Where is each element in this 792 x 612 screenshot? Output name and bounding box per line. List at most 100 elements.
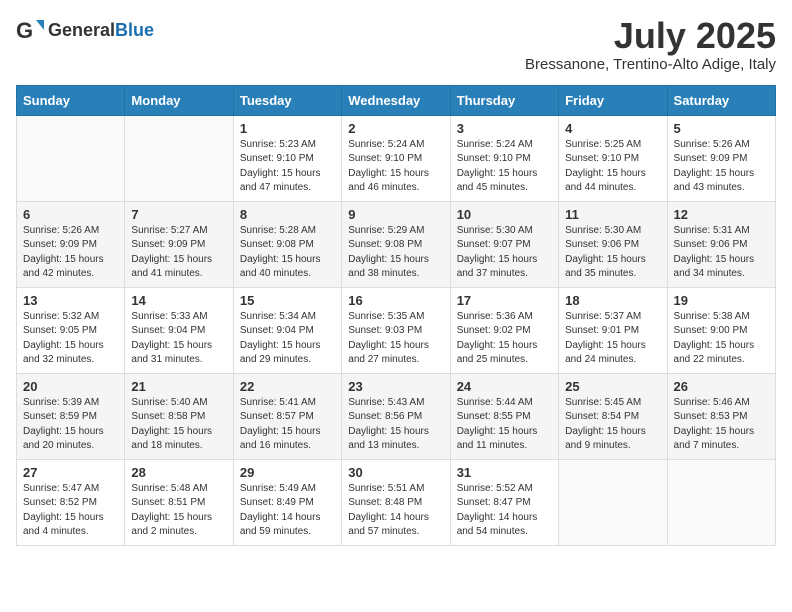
calendar-cell: 5 Sunrise: 5:26 AMSunset: 9:09 PMDaylight…: [667, 115, 775, 201]
calendar-cell: 11Sunrise: 5:30 AMSunset: 9:06 PMDayligh…: [559, 201, 667, 287]
calendar-cell: [125, 115, 233, 201]
day-info: Sunrise: 5:47 AMSunset: 8:52 PMDaylight:…: [23, 482, 118, 540]
day-number: 5: [674, 121, 769, 136]
day-info: Sunrise: 5:43 AMSunset: 8:56 PMDaylight:…: [348, 396, 443, 454]
day-number: 4: [565, 121, 660, 136]
day-number: 19: [674, 293, 769, 308]
calendar-cell: 2Sunrise: 5:24 AMSunset: 9:10 PMDaylight…: [342, 115, 450, 201]
day-info: Sunrise: 5:31 AMSunset: 9:06 PMDaylight:…: [674, 224, 769, 282]
day-number: 20: [23, 379, 118, 394]
day-header-saturday: Saturday: [667, 85, 775, 115]
day-number: 1: [240, 121, 335, 136]
day-number: 22: [240, 379, 335, 394]
day-info: Sunrise: 5:27 AMSunset: 9:09 PMDaylight:…: [131, 224, 226, 282]
calendar-cell: 10Sunrise: 5:30 AMSunset: 9:07 PMDayligh…: [450, 201, 558, 287]
day-header-wednesday: Wednesday: [342, 85, 450, 115]
day-info: Sunrise: 5:30 AMSunset: 9:06 PMDaylight:…: [565, 224, 660, 282]
day-info: Sunrise: 5:28 AMSunset: 9:08 PMDaylight:…: [240, 224, 335, 282]
calendar-cell: 16 Sunrise: 5:35 AMSunset: 9:03 PMDayligh…: [342, 287, 450, 373]
title-block: July 2025 Bressanone, Trentino-Alto Adig…: [525, 16, 776, 73]
calendar-table: SundayMondayTuesdayWednesdayThursdayFrid…: [16, 85, 776, 546]
calendar-cell: 20 Sunrise: 5:39 AMSunset: 8:59 PMDayligh…: [17, 373, 125, 459]
day-info: Sunrise: 5:35 AMSunset: 9:03 PMDaylight:…: [348, 310, 443, 368]
week-row-2: 6Sunrise: 5:26 AMSunset: 9:09 PMDaylight…: [17, 201, 776, 287]
day-info: Sunrise: 5:29 AMSunset: 9:08 PMDaylight:…: [348, 224, 443, 282]
logo: G GeneralBlue: [16, 16, 154, 44]
day-number: 17: [457, 293, 552, 308]
calendar-cell: 18 Sunrise: 5:37 AMSunset: 9:01 PMDayligh…: [559, 287, 667, 373]
day-number: 9: [348, 207, 443, 222]
day-number: 26: [674, 379, 769, 394]
calendar-cell: 24 Sunrise: 5:44 AMSunset: 8:55 PMDayligh…: [450, 373, 558, 459]
day-number: 30: [348, 465, 443, 480]
calendar-cell: 4 Sunrise: 5:25 AMSunset: 9:10 PMDaylight…: [559, 115, 667, 201]
calendar-cell: 13Sunrise: 5:32 AMSunset: 9:05 PMDayligh…: [17, 287, 125, 373]
day-header-thursday: Thursday: [450, 85, 558, 115]
week-row-5: 27 Sunrise: 5:47 AMSunset: 8:52 PMDayligh…: [17, 459, 776, 545]
logo-icon: G: [16, 16, 44, 44]
calendar-cell: 27 Sunrise: 5:47 AMSunset: 8:52 PMDayligh…: [17, 459, 125, 545]
calendar-cell: 19 Sunrise: 5:38 AMSunset: 9:00 PMDayligh…: [667, 287, 775, 373]
calendar-cell: 12 Sunrise: 5:31 AMSunset: 9:06 PMDayligh…: [667, 201, 775, 287]
day-number: 27: [23, 465, 118, 480]
calendar-cell: 28 Sunrise: 5:48 AMSunset: 8:51 PMDayligh…: [125, 459, 233, 545]
calendar-cell: 3 Sunrise: 5:24 AMSunset: 9:10 PMDaylight…: [450, 115, 558, 201]
week-row-3: 13Sunrise: 5:32 AMSunset: 9:05 PMDayligh…: [17, 287, 776, 373]
logo-text-general: General: [48, 20, 115, 40]
day-number: 18: [565, 293, 660, 308]
day-header-friday: Friday: [559, 85, 667, 115]
calendar-cell: 1Sunrise: 5:23 AMSunset: 9:10 PMDaylight…: [233, 115, 341, 201]
day-info: Sunrise: 5:49 AMSunset: 8:49 PMDaylight:…: [240, 482, 335, 540]
day-info: Sunrise: 5:52 AMSunset: 8:47 PMDaylight:…: [457, 482, 552, 540]
calendar-cell: 9 Sunrise: 5:29 AMSunset: 9:08 PMDaylight…: [342, 201, 450, 287]
day-info: Sunrise: 5:36 AMSunset: 9:02 PMDaylight:…: [457, 310, 552, 368]
svg-text:G: G: [16, 18, 33, 43]
day-number: 31: [457, 465, 552, 480]
day-info: Sunrise: 5:24 AMSunset: 9:10 PMDaylight:…: [348, 138, 443, 196]
day-info: Sunrise: 5:46 AMSunset: 8:53 PMDaylight:…: [674, 396, 769, 454]
day-info: Sunrise: 5:41 AMSunset: 8:57 PMDaylight:…: [240, 396, 335, 454]
day-number: 29: [240, 465, 335, 480]
day-header-sunday: Sunday: [17, 85, 125, 115]
page-header: G GeneralBlue July 2025 Bressanone, Tren…: [16, 16, 776, 73]
calendar-cell: 15 Sunrise: 5:34 AMSunset: 9:04 PMDayligh…: [233, 287, 341, 373]
day-info: Sunrise: 5:37 AMSunset: 9:01 PMDaylight:…: [565, 310, 660, 368]
day-number: 3: [457, 121, 552, 136]
day-info: Sunrise: 5:34 AMSunset: 9:04 PMDaylight:…: [240, 310, 335, 368]
day-number: 23: [348, 379, 443, 394]
day-info: Sunrise: 5:38 AMSunset: 9:00 PMDaylight:…: [674, 310, 769, 368]
calendar-cell: 29 Sunrise: 5:49 AMSunset: 8:49 PMDayligh…: [233, 459, 341, 545]
day-info: Sunrise: 5:51 AMSunset: 8:48 PMDaylight:…: [348, 482, 443, 540]
day-number: 7: [131, 207, 226, 222]
day-info: Sunrise: 5:39 AMSunset: 8:59 PMDaylight:…: [23, 396, 118, 454]
calendar-cell: [17, 115, 125, 201]
calendar-cell: 6Sunrise: 5:26 AMSunset: 9:09 PMDaylight…: [17, 201, 125, 287]
day-number: 12: [674, 207, 769, 222]
day-headers-row: SundayMondayTuesdayWednesdayThursdayFrid…: [17, 85, 776, 115]
day-number: 28: [131, 465, 226, 480]
week-row-4: 20 Sunrise: 5:39 AMSunset: 8:59 PMDayligh…: [17, 373, 776, 459]
calendar-cell: 31 Sunrise: 5:52 AMSunset: 8:47 PMDayligh…: [450, 459, 558, 545]
week-row-1: 1Sunrise: 5:23 AMSunset: 9:10 PMDaylight…: [17, 115, 776, 201]
day-info: Sunrise: 5:48 AMSunset: 8:51 PMDaylight:…: [131, 482, 226, 540]
day-number: 13: [23, 293, 118, 308]
day-info: Sunrise: 5:25 AMSunset: 9:10 PMDaylight:…: [565, 138, 660, 196]
day-number: 15: [240, 293, 335, 308]
day-number: 24: [457, 379, 552, 394]
calendar-cell: 30 Sunrise: 5:51 AMSunset: 8:48 PMDayligh…: [342, 459, 450, 545]
calendar-cell: 21Sunrise: 5:40 AMSunset: 8:58 PMDayligh…: [125, 373, 233, 459]
day-info: Sunrise: 5:44 AMSunset: 8:55 PMDaylight:…: [457, 396, 552, 454]
location-title: Bressanone, Trentino-Alto Adige, Italy: [525, 56, 776, 73]
day-info: Sunrise: 5:33 AMSunset: 9:04 PMDaylight:…: [131, 310, 226, 368]
day-info: Sunrise: 5:30 AMSunset: 9:07 PMDaylight:…: [457, 224, 552, 282]
calendar-cell: 7 Sunrise: 5:27 AMSunset: 9:09 PMDaylight…: [125, 201, 233, 287]
day-number: 25: [565, 379, 660, 394]
day-number: 14: [131, 293, 226, 308]
day-info: Sunrise: 5:26 AMSunset: 9:09 PMDaylight:…: [674, 138, 769, 196]
calendar-cell: 17 Sunrise: 5:36 AMSunset: 9:02 PMDayligh…: [450, 287, 558, 373]
day-number: 16: [348, 293, 443, 308]
day-number: 6: [23, 207, 118, 222]
day-info: Sunrise: 5:24 AMSunset: 9:10 PMDaylight:…: [457, 138, 552, 196]
day-info: Sunrise: 5:45 AMSunset: 8:54 PMDaylight:…: [565, 396, 660, 454]
calendar-cell: 22 Sunrise: 5:41 AMSunset: 8:57 PMDayligh…: [233, 373, 341, 459]
